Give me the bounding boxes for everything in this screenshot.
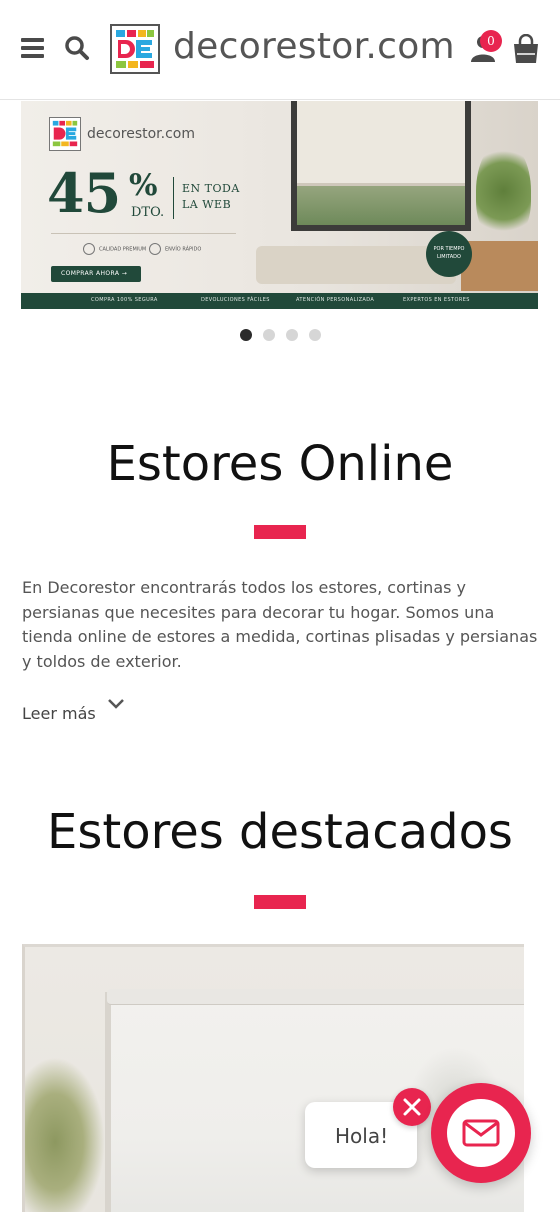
section-title-online: Estores Online xyxy=(106,436,454,492)
banner-footer-item: EXPERTOS EN ESTORES xyxy=(403,297,470,303)
banner-badge-shipping-label: ENVÍO RÁPIDO xyxy=(165,246,202,253)
close-icon[interactable] xyxy=(393,1088,431,1126)
banner-footer-item: DEVOLUCIONES FÁCILES xyxy=(201,297,270,303)
banner-footer-item: ATENCIÓN PERSONALIZADA xyxy=(296,297,375,303)
chat-greeting-text: Hola! xyxy=(335,1124,389,1148)
banner-stamp-line1: POR TIEMPO xyxy=(433,246,465,252)
banner-side-line2: LA WEB xyxy=(182,198,232,211)
section-accent-bar xyxy=(254,525,306,539)
medal-icon xyxy=(83,243,95,255)
carousel-dots xyxy=(0,329,560,341)
logo-mark[interactable] xyxy=(110,24,160,74)
banner-logo-text: decorestor.com xyxy=(87,126,195,142)
chat-button-inner xyxy=(447,1099,515,1167)
banner-discount-number: 45 xyxy=(47,161,121,225)
banner-limited-stamp: POR TIEMPO LIMITADO xyxy=(426,231,472,277)
chevron-down-icon[interactable] xyxy=(106,697,126,711)
banner-rule xyxy=(51,233,236,234)
carousel-dot[interactable] xyxy=(263,329,275,341)
carousel-dot[interactable] xyxy=(309,329,321,341)
banner-stamp-line2: LIMITADO xyxy=(437,254,461,260)
site-header: decorestor.com 0 xyxy=(0,0,560,100)
promo-banner[interactable]: decorestor.com 45 % DTO. EN TODA LA WEB … xyxy=(21,101,538,309)
carousel-dot[interactable] xyxy=(240,329,252,341)
banner-discount-percent: % xyxy=(129,168,158,203)
product-plant xyxy=(25,1057,105,1212)
section-title-featured: Estores destacados xyxy=(47,804,513,860)
banner-blind-illustration xyxy=(297,101,465,186)
product-roller-blind xyxy=(107,989,524,1005)
banner-plant-illustration xyxy=(476,141,531,241)
search-icon[interactable] xyxy=(64,35,90,61)
banner-footer-strip: COMPRA 100% SEGURA DEVOLUCIONES FÁCILES … xyxy=(21,293,538,309)
shopping-bag-icon[interactable] xyxy=(512,34,540,64)
logo-text[interactable]: decorestor.com xyxy=(173,26,455,67)
banner-discount-suffix: DTO. xyxy=(131,205,165,220)
banner-side-line1: EN TODA xyxy=(182,182,240,195)
carousel-dot[interactable] xyxy=(286,329,298,341)
intro-paragraph: En Decorestor encontrarás todos los esto… xyxy=(22,578,538,671)
chat-button[interactable] xyxy=(431,1083,531,1183)
envelope-icon xyxy=(462,1119,500,1147)
banner-cta-button[interactable]: COMPRAR AHORA → xyxy=(51,266,141,282)
menu-icon[interactable] xyxy=(21,38,44,58)
banner-badge-quality-label: CALIDAD PREMIUM xyxy=(99,246,147,253)
banner-logo-mark xyxy=(49,117,81,151)
banner-cabinet-illustration xyxy=(461,241,538,291)
banner-divider xyxy=(173,177,174,219)
truck-icon xyxy=(149,243,161,255)
banner-badge-quality: CALIDAD PREMIUM xyxy=(83,243,146,255)
banner-footer-item: COMPRA 100% SEGURA xyxy=(91,297,158,303)
section-accent-bar xyxy=(254,895,306,909)
read-more-link[interactable]: Leer más xyxy=(22,704,96,723)
banner-badge-shipping: ENVÍO RÁPIDO xyxy=(149,243,201,255)
cart-count-badge: 0 xyxy=(480,30,502,52)
banner-side-text: EN TODA LA WEB xyxy=(182,181,240,213)
